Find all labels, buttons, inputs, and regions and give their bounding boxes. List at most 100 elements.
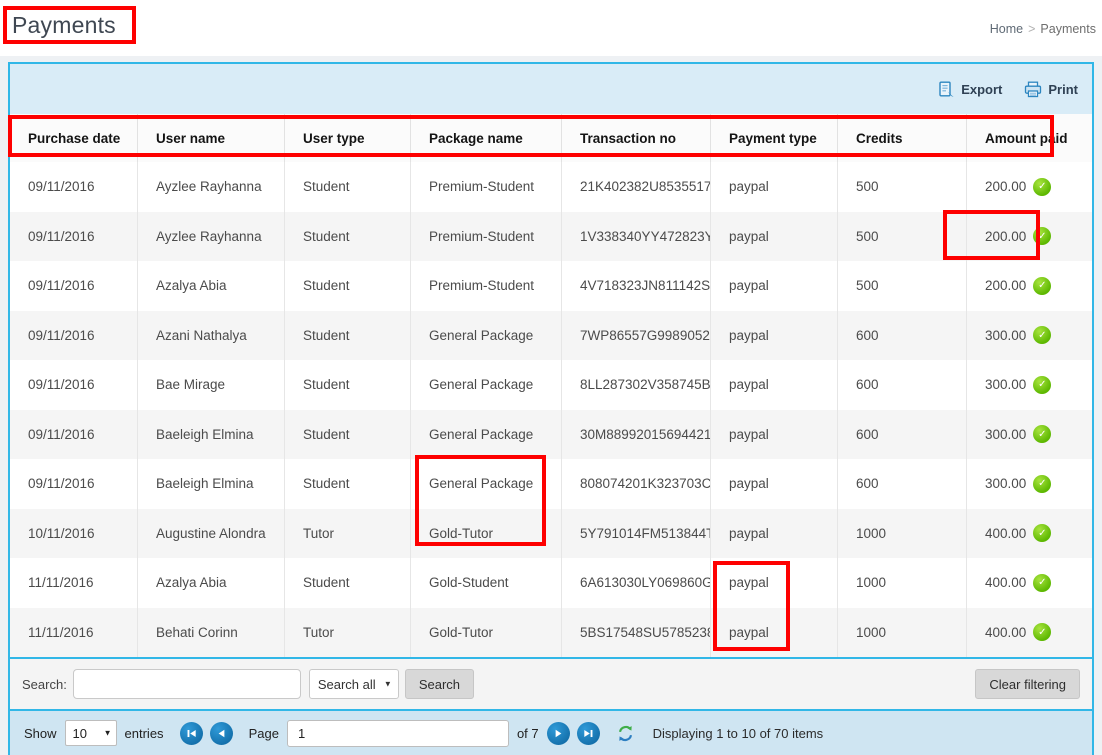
table-body: 09/11/2016 Ayzlee Rayhanna Student Premi… bbox=[10, 162, 1092, 657]
cell-purchase-date: 09/11/2016 bbox=[10, 410, 138, 460]
table-row[interactable]: 11/11/2016 Behati Corinn Tutor Gold-Tuto… bbox=[10, 608, 1092, 658]
search-label: Search: bbox=[22, 677, 67, 692]
success-check-icon: ✓ bbox=[1033, 376, 1051, 394]
amount-paid-value: 200.00 bbox=[985, 278, 1026, 293]
cell-payment-type: paypal bbox=[711, 410, 838, 460]
cell-payment-type: paypal bbox=[711, 608, 838, 658]
search-bar: Search: Search all ▼ Search Clear filter… bbox=[10, 657, 1092, 709]
cell-credits: 1000 bbox=[838, 558, 967, 608]
column-header-package-name[interactable]: Package name bbox=[411, 114, 562, 162]
cell-credits: 500 bbox=[838, 162, 967, 212]
top-bar: Payments Home>Payments bbox=[0, 0, 1102, 56]
amount-paid-value: 300.00 bbox=[985, 377, 1026, 392]
clear-filtering-button[interactable]: Clear filtering bbox=[975, 669, 1080, 699]
column-header-user-type[interactable]: User type bbox=[285, 114, 411, 162]
cell-payment-type: paypal bbox=[711, 459, 838, 509]
cell-credits: 600 bbox=[838, 360, 967, 410]
cell-credits: 600 bbox=[838, 410, 967, 460]
cell-user-type: Student bbox=[285, 410, 411, 460]
last-page-button[interactable] bbox=[577, 722, 600, 745]
search-input[interactable] bbox=[73, 669, 301, 699]
success-check-icon: ✓ bbox=[1033, 574, 1051, 592]
next-page-button[interactable] bbox=[547, 722, 570, 745]
print-icon bbox=[1024, 81, 1042, 98]
success-check-icon: ✓ bbox=[1033, 178, 1051, 196]
success-check-icon: ✓ bbox=[1033, 524, 1051, 542]
last-page-icon bbox=[583, 728, 594, 739]
cell-transaction-no: 4V718323JN811142S bbox=[562, 261, 711, 311]
entries-select-wrap: 10 ▼ bbox=[65, 720, 117, 746]
search-scope-select[interactable]: Search all bbox=[309, 669, 399, 699]
amount-paid-value: 400.00 bbox=[985, 526, 1026, 541]
payments-panel: Export Print Purchase date User name Use… bbox=[8, 62, 1094, 755]
previous-page-button[interactable] bbox=[210, 722, 233, 745]
cell-purchase-date: 09/11/2016 bbox=[10, 261, 138, 311]
breadcrumb-home[interactable]: Home bbox=[990, 22, 1023, 36]
cell-transaction-no: 6A613030LY069860G bbox=[562, 558, 711, 608]
cell-payment-type: paypal bbox=[711, 509, 838, 559]
cell-user-type: Student bbox=[285, 311, 411, 361]
first-page-button[interactable] bbox=[180, 722, 203, 745]
cell-credits: 600 bbox=[838, 311, 967, 361]
cell-package-name: Premium-Student bbox=[411, 261, 562, 311]
breadcrumb: Home>Payments bbox=[990, 22, 1096, 36]
refresh-button[interactable] bbox=[616, 724, 635, 743]
cell-package-name: Premium-Student bbox=[411, 212, 562, 262]
table-row[interactable]: 09/11/2016 Baeleigh Elmina Student Gener… bbox=[10, 459, 1092, 509]
cell-payment-type: paypal bbox=[711, 261, 838, 311]
cell-transaction-no: 21K402382U8535517 bbox=[562, 162, 711, 212]
cell-transaction-no: 5Y791014FM513844T bbox=[562, 509, 711, 559]
cell-package-name: General Package bbox=[411, 410, 562, 460]
cell-transaction-no: 8LL287302V358745B bbox=[562, 360, 711, 410]
export-button[interactable]: Export bbox=[938, 81, 1002, 98]
table-row[interactable]: 10/11/2016 Augustine Alondra Tutor Gold-… bbox=[10, 509, 1092, 559]
pagination-bar: Show 10 ▼ entries Page of 7 bbox=[10, 709, 1092, 755]
cell-package-name: General Package bbox=[411, 459, 562, 509]
cell-package-name: Gold-Tutor bbox=[411, 509, 562, 559]
cell-user-type: Tutor bbox=[285, 608, 411, 658]
print-button[interactable]: Print bbox=[1024, 81, 1078, 98]
cell-purchase-date: 09/11/2016 bbox=[10, 360, 138, 410]
cell-package-name: General Package bbox=[411, 311, 562, 361]
export-button-label: Export bbox=[961, 82, 1002, 97]
cell-purchase-date: 09/11/2016 bbox=[10, 162, 138, 212]
column-header-amount-paid[interactable]: Amount paid bbox=[967, 114, 1092, 162]
search-button[interactable]: Search bbox=[405, 669, 474, 699]
cell-transaction-no: 1V338340YY472823Y bbox=[562, 212, 711, 262]
refresh-icon bbox=[616, 724, 635, 743]
success-check-icon: ✓ bbox=[1033, 227, 1051, 245]
page-number-input[interactable] bbox=[287, 720, 509, 747]
table-row[interactable]: 09/11/2016 Azani Nathalya Student Genera… bbox=[10, 311, 1092, 361]
column-header-user-name[interactable]: User name bbox=[138, 114, 285, 162]
table-row[interactable]: 09/11/2016 Ayzlee Rayhanna Student Premi… bbox=[10, 212, 1092, 262]
column-header-payment-type[interactable]: Payment type bbox=[711, 114, 838, 162]
column-header-purchase-date[interactable]: Purchase date bbox=[10, 114, 138, 162]
cell-package-name: Premium-Student bbox=[411, 162, 562, 212]
table-row[interactable]: 11/11/2016 Azalya Abia Student Gold-Stud… bbox=[10, 558, 1092, 608]
cell-user-name: Baeleigh Elmina bbox=[138, 459, 285, 509]
table-row[interactable]: 09/11/2016 Azalya Abia Student Premium-S… bbox=[10, 261, 1092, 311]
cell-amount-paid: 300.00 ✓ bbox=[967, 410, 1092, 460]
entries-per-page-select[interactable]: 10 bbox=[65, 720, 117, 746]
amount-paid-value: 200.00 bbox=[985, 229, 1026, 244]
cell-purchase-date: 09/11/2016 bbox=[10, 459, 138, 509]
cell-payment-type: paypal bbox=[711, 212, 838, 262]
cell-user-type: Student bbox=[285, 212, 411, 262]
table-row[interactable]: 09/11/2016 Bae Mirage Student General Pa… bbox=[10, 360, 1092, 410]
cell-amount-paid: 400.00 ✓ bbox=[967, 509, 1092, 559]
cell-credits: 1000 bbox=[838, 608, 967, 658]
cell-user-name: Azalya Abia bbox=[138, 558, 285, 608]
amount-paid-value: 300.00 bbox=[985, 328, 1026, 343]
cell-user-type: Tutor bbox=[285, 509, 411, 559]
cell-user-type: Student bbox=[285, 261, 411, 311]
table-row[interactable]: 09/11/2016 Baeleigh Elmina Student Gener… bbox=[10, 410, 1092, 460]
entries-label: entries bbox=[125, 726, 164, 741]
column-header-transaction-no[interactable]: Transaction no bbox=[562, 114, 711, 162]
cell-amount-paid: 400.00 ✓ bbox=[967, 558, 1092, 608]
column-header-credits[interactable]: Credits bbox=[838, 114, 967, 162]
table-row[interactable]: 09/11/2016 Ayzlee Rayhanna Student Premi… bbox=[10, 162, 1092, 212]
cell-package-name: Gold-Student bbox=[411, 558, 562, 608]
cell-user-name: Baeleigh Elmina bbox=[138, 410, 285, 460]
cell-purchase-date: 09/11/2016 bbox=[10, 212, 138, 262]
cell-transaction-no: 808074201K323703C bbox=[562, 459, 711, 509]
